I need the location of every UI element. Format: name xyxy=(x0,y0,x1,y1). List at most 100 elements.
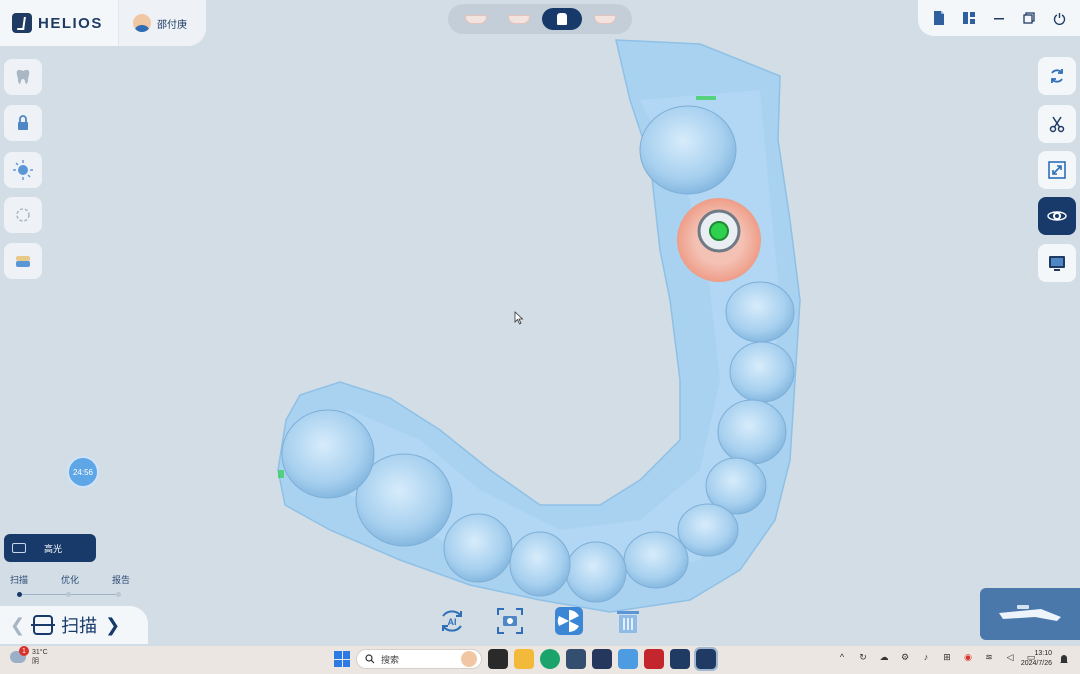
app-a-icon[interactable] xyxy=(592,649,612,669)
power-icon[interactable] xyxy=(1050,9,1068,27)
mode-implant-button[interactable] xyxy=(541,8,582,30)
mode-lower-jaw-button[interactable] xyxy=(499,8,539,30)
implant-highlight-ring xyxy=(677,198,761,282)
chevron-up-icon[interactable]: ^ xyxy=(836,651,848,663)
gloss-icon xyxy=(12,543,26,553)
upper-jaw-icon xyxy=(464,14,487,24)
windows-taskbar: 1 31°C 阴 搜索 ^ ↻ ☁ ⚙ ♪ ⊞ ◉ ≋ ◁ ▭ 13:10 20… xyxy=(0,646,1080,674)
rotate-tool-button[interactable] xyxy=(1038,57,1076,95)
scan-timer-value: 24:56 xyxy=(72,467,94,477)
cloud-sync-icon[interactable]: ☁ xyxy=(878,651,890,663)
edge-browser-icon[interactable] xyxy=(540,649,560,669)
patient-avatar xyxy=(133,14,151,32)
color-button[interactable] xyxy=(553,605,585,637)
layout-icon[interactable] xyxy=(960,9,978,27)
layers-icon xyxy=(16,256,30,267)
screen-tool-button[interactable] xyxy=(1038,244,1076,282)
mouse-cursor xyxy=(514,311,524,325)
brand-name: HELIOS xyxy=(38,14,103,32)
rotate-icon xyxy=(1051,69,1063,83)
minimize-icon[interactable] xyxy=(990,9,1008,27)
patient-name: 邵付庚 xyxy=(157,19,187,31)
camera-icon xyxy=(497,608,523,634)
next-mode-chevron-icon[interactable]: ❯ xyxy=(105,615,120,636)
helios-app-icon[interactable] xyxy=(670,649,690,669)
helios-logo-icon xyxy=(12,13,32,33)
previous-mode-chevron-icon[interactable]: ❮ xyxy=(10,615,25,636)
light-tool-button[interactable] xyxy=(4,152,42,188)
step-dot-optimize xyxy=(66,592,71,597)
view-orbit-icon xyxy=(1047,211,1067,221)
windows-start-icon[interactable] xyxy=(334,651,350,667)
scanner-preview-thumbnail[interactable] xyxy=(980,588,1080,640)
scan-timer: 24:56 xyxy=(67,456,99,488)
implant-abutment xyxy=(697,209,741,253)
mode-bite-button[interactable] xyxy=(585,8,625,30)
layers-tool-button[interactable] xyxy=(4,243,42,279)
clock-date: 2024/7/26 xyxy=(1020,660,1052,667)
weather-temp: 31°C xyxy=(32,649,48,656)
step-report[interactable]: 报告 xyxy=(112,573,130,586)
tooth-tool-button[interactable] xyxy=(4,59,42,95)
capture-button[interactable] xyxy=(494,605,526,637)
lock-icon xyxy=(18,115,28,130)
step-scan[interactable]: 扫描 xyxy=(10,573,28,586)
scissors-tool-button[interactable] xyxy=(1038,105,1076,143)
dental-scan-model[interactable] xyxy=(0,0,1080,674)
search-highlight-icon xyxy=(461,651,477,667)
delete-button[interactable] xyxy=(612,605,644,637)
taskbar-apps: 搜索 xyxy=(334,647,718,671)
volume-icon[interactable]: ◁ xyxy=(1004,651,1016,663)
ai-rotate-icon: AI xyxy=(442,610,462,632)
input-method-icon[interactable]: ⊞ xyxy=(941,651,953,663)
weather-badge: 1 xyxy=(19,646,29,656)
sync-icon[interactable]: ↻ xyxy=(857,651,869,663)
current-mode-label: 扫描 xyxy=(61,616,98,636)
report-icon[interactable] xyxy=(930,9,948,27)
helios-app-active-icon[interactable] xyxy=(694,647,718,671)
window-controls xyxy=(918,0,1080,36)
notification-bell-icon[interactable] xyxy=(1058,653,1070,665)
step-dot-scan xyxy=(17,592,22,597)
jaw-mode-toggle xyxy=(448,4,632,34)
task-view-icon[interactable] xyxy=(488,649,508,669)
bite-icon xyxy=(593,14,616,24)
mode-upper-jaw-button[interactable] xyxy=(456,8,496,30)
settings-icon[interactable]: ⚙ xyxy=(899,651,911,663)
workflow-progress: 扫描 优化 报告 xyxy=(10,573,130,601)
store-icon[interactable] xyxy=(566,649,586,669)
security-app-icon[interactable] xyxy=(644,649,664,669)
search-icon xyxy=(365,654,375,664)
search-placeholder: 搜索 xyxy=(381,654,400,665)
patient-info[interactable]: 邵付庚 xyxy=(118,0,206,46)
lock-tool-button[interactable] xyxy=(4,105,42,141)
step-dot-report xyxy=(116,592,121,597)
palette-icon xyxy=(555,607,583,635)
mode-nav: ❮ 扫描 ❯ xyxy=(0,606,148,644)
microphone-icon[interactable]: ♪ xyxy=(920,651,932,663)
clock-time: 13:10 xyxy=(1034,650,1052,657)
step-optimize[interactable]: 优化 xyxy=(61,573,79,586)
implant-marker xyxy=(709,221,729,241)
svg-text:AI: AI xyxy=(448,617,457,627)
marker-tool-button[interactable] xyxy=(4,197,42,233)
app-b-icon[interactable] xyxy=(618,649,638,669)
tooth-icon xyxy=(16,69,30,84)
taskbar-search[interactable]: 搜索 xyxy=(356,649,482,669)
brand-header: HELIOS 邵付庚 xyxy=(0,0,206,46)
file-explorer-icon[interactable] xyxy=(514,649,534,669)
gloss-button-label: 高光 xyxy=(44,543,63,554)
gloss-button[interactable]: 高光 xyxy=(4,534,96,562)
antivirus-icon[interactable]: ◉ xyxy=(962,651,974,663)
marker-icon xyxy=(16,208,30,222)
system-clock[interactable]: 13:10 2024/7/26 xyxy=(1016,649,1052,669)
ai-rotate-button[interactable]: AI xyxy=(436,605,468,637)
scanner-icon xyxy=(999,605,1061,621)
view-orbit-tool-button[interactable] xyxy=(1038,197,1076,235)
wifi-icon[interactable]: ≋ xyxy=(983,651,995,663)
restore-icon[interactable] xyxy=(1020,9,1038,27)
scissors-icon xyxy=(1049,116,1065,133)
weather-widget[interactable]: 1 31°C 阴 xyxy=(10,646,48,666)
system-tray: ^ ↻ ☁ ⚙ ♪ ⊞ ◉ ≋ ◁ ▭ xyxy=(836,651,1037,663)
expand-tool-button[interactable] xyxy=(1038,151,1076,189)
